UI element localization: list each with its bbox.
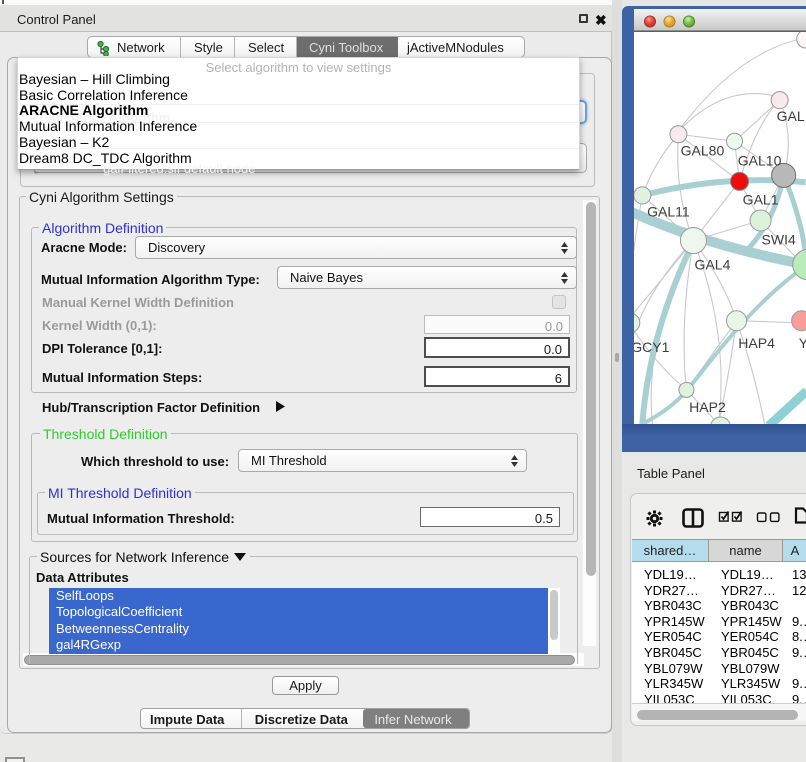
svg-text:GAL1: GAL1 (743, 191, 779, 207)
svg-text:GAL80: GAL80 (681, 142, 725, 158)
svg-text:GAL: GAL (777, 108, 805, 124)
svg-text:Y: Y (799, 335, 806, 351)
svg-text:GAL10: GAL10 (738, 152, 782, 168)
svg-text:GAL4: GAL4 (695, 257, 731, 273)
svg-text:GAL11: GAL11 (647, 203, 690, 219)
svg-text:SWI4: SWI4 (762, 232, 796, 248)
svg-text:GCY1: GCY1 (634, 339, 670, 355)
svg-text:HAP4: HAP4 (738, 335, 775, 351)
svg-text:HAP2: HAP2 (689, 399, 726, 415)
